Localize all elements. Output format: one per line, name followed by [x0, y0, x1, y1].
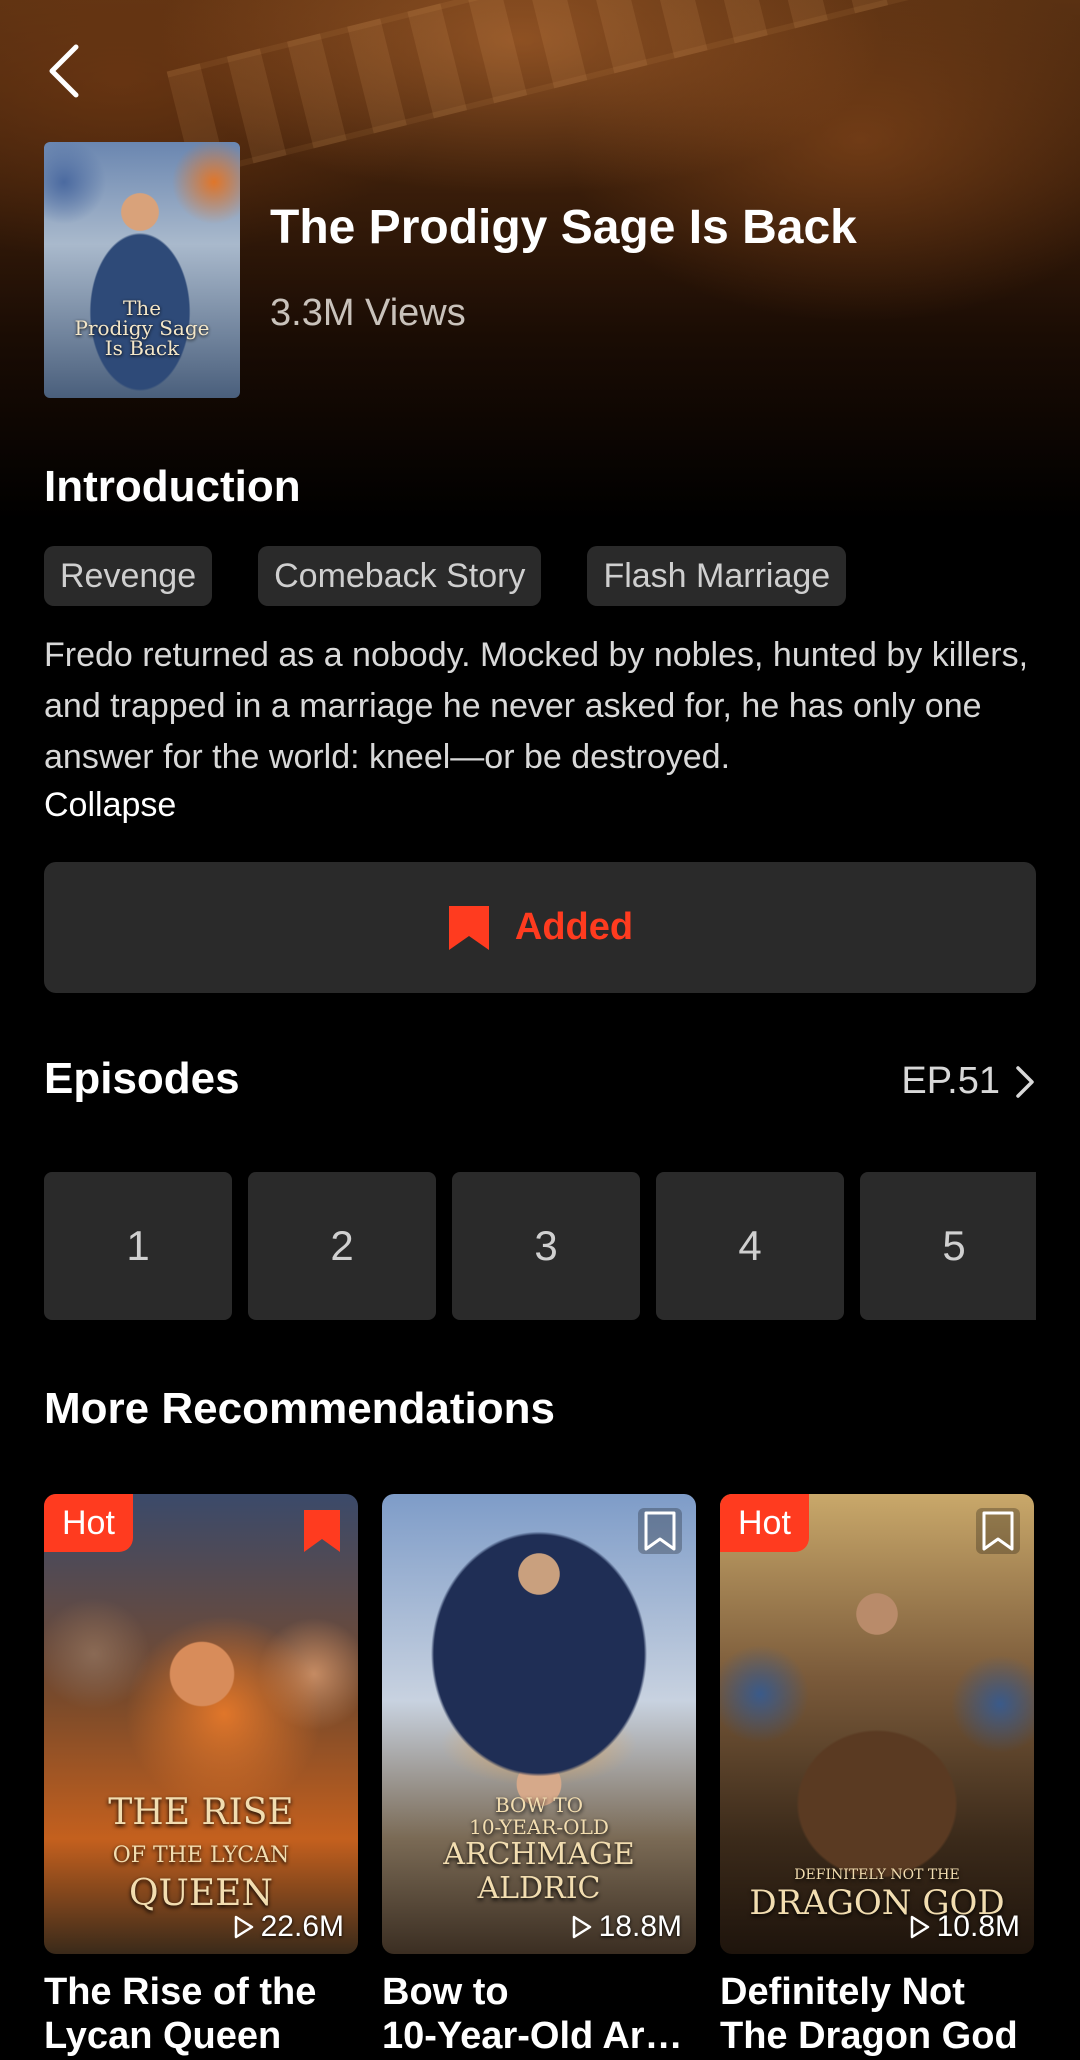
view-count: 10.8M [909, 1910, 1020, 1944]
title-line: Definitely Not [720, 1971, 965, 2013]
tag-chip[interactable]: Revenge [44, 546, 213, 606]
episode-button[interactable]: 2 [248, 1172, 436, 1320]
show-description: Fredo returned as a nobody. Mocked by no… [44, 636, 1029, 776]
introduction-heading: Introduction [44, 462, 301, 511]
episode-list: 1 2 3 4 5 [44, 1172, 1036, 1320]
all-episodes-link[interactable]: EP.51 [901, 1060, 1036, 1103]
tag-list: Revenge Comeback Story Flash Marriage [44, 546, 847, 606]
title-line: Bow to [382, 1971, 509, 2013]
play-icon [910, 1915, 929, 1939]
title-line: 10-Year-Old Arc... [382, 2015, 696, 2057]
recommendation-cover: THE RISE OF THE LYCAN QUEEN Hot 22.6M [44, 1494, 358, 1954]
recommendation-cover: BOW TO 10-YEAR-OLD ARCHMAGE ALDRIC 18.8M [382, 1494, 696, 1954]
cover-lettering: BOW TO 10-YEAR-OLD ARCHMAGE ALDRIC [443, 1793, 635, 1906]
bookmark-filled-icon[interactable] [300, 1508, 344, 1554]
recommendation-card[interactable]: THE RISE OF THE LYCAN QUEEN Hot 22.6M The … [44, 1494, 358, 2058]
recommendation-card[interactable]: DEFINITELY NOT THE DRAGON GOD Hot 10.8M D… [720, 1494, 1034, 2058]
view-count-value: 10.8M [936, 1910, 1020, 1943]
hot-badge: Hot [720, 1494, 809, 1552]
bookmark-outline-icon[interactable] [638, 1508, 682, 1554]
cover-lettering: THE RISE OF THE LYCAN QUEEN [108, 1792, 294, 1914]
show-view-count: 3.3M Views [270, 292, 466, 334]
film-strip-decoration [166, 0, 1067, 179]
bookmark-filled-icon [448, 905, 489, 950]
view-count-value: 22.6M [260, 1910, 344, 1943]
recommendation-cover: DEFINITELY NOT THE DRAGON GOD Hot 10.8M [720, 1494, 1034, 1954]
play-icon [234, 1915, 253, 1939]
chevron-left-icon [49, 44, 79, 98]
back-button[interactable] [44, 36, 96, 106]
play-icon [572, 1915, 591, 1939]
tag-chip[interactable]: Flash Marriage [587, 546, 847, 606]
episode-button[interactable]: 5 [860, 1172, 1036, 1320]
tag-chip[interactable]: Comeback Story [258, 546, 542, 606]
episodes-heading: Episodes [44, 1054, 240, 1103]
view-count: 22.6M [233, 1910, 344, 1944]
recommendation-title: Bow to 10-Year-Old Arc... [382, 1970, 696, 2058]
view-count: 18.8M [571, 1910, 682, 1944]
add-to-library-button[interactable]: Added [44, 862, 1036, 993]
bookmark-outline-icon[interactable] [976, 1508, 1020, 1554]
add-to-library-label: Added [514, 906, 634, 948]
episode-button[interactable]: 1 [44, 1172, 232, 1320]
episode-count-label: EP.51 [901, 1060, 1000, 1102]
recommendations-heading: More Recommendations [44, 1384, 555, 1433]
recommendation-title: The Rise of the Lycan Queen [44, 1970, 358, 2058]
chevron-right-icon [1016, 1065, 1034, 1098]
hot-badge: Hot [44, 1494, 133, 1552]
show-title: The Prodigy Sage Is Back [270, 201, 857, 254]
episode-button[interactable]: 4 [656, 1172, 844, 1320]
title-line: The Dragon God [720, 2015, 1018, 2057]
collapse-link[interactable]: Collapse [44, 786, 176, 825]
cover-lettering: The Prodigy Sage Is Back [74, 296, 210, 360]
view-count-value: 18.8M [598, 1910, 682, 1943]
episode-button[interactable]: 3 [452, 1172, 640, 1320]
recommendation-card[interactable]: BOW TO 10-YEAR-OLD ARCHMAGE ALDRIC 18.8M B… [382, 1494, 696, 2058]
title-line: The Rise of the [44, 1971, 317, 2013]
show-cover-image: The Prodigy Sage Is Back [44, 142, 240, 398]
title-line: Lycan Queen [44, 2015, 282, 2057]
recommendation-title: Definitely Not The Dragon God [720, 1970, 1034, 2058]
recommendation-list: THE RISE OF THE LYCAN QUEEN Hot 22.6M The … [44, 1494, 1034, 2058]
